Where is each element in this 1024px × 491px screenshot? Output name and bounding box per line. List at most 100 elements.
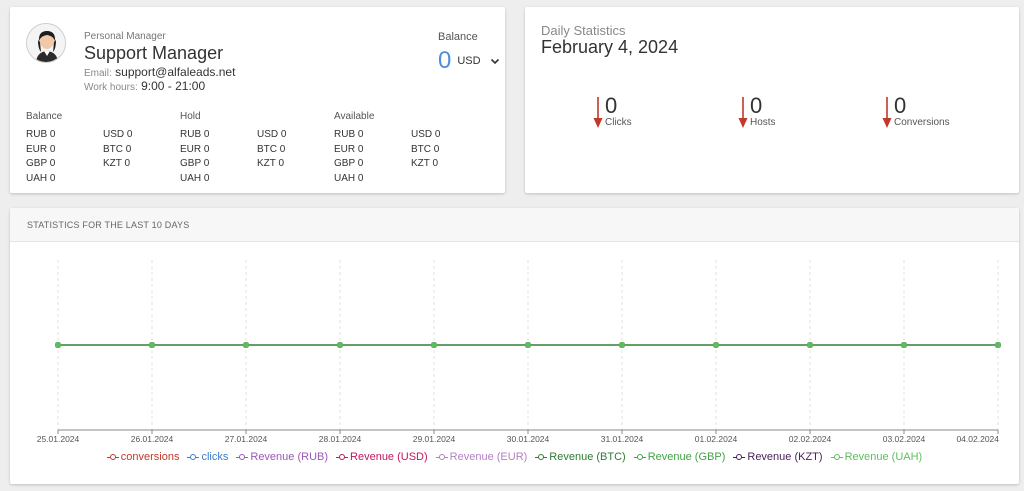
- stat-hosts: 0 Hosts: [738, 93, 858, 133]
- daily-title: Daily Statistics: [541, 23, 626, 38]
- currency-value: RUB 0: [334, 129, 364, 140]
- balance-currency: USD: [457, 55, 481, 67]
- data-point[interactable]: [55, 342, 61, 348]
- stat-label: Hosts: [750, 117, 776, 128]
- x-tick-label: 31.01.2024: [601, 434, 644, 444]
- currency-value: GBP 0: [180, 158, 210, 169]
- legend-item[interactable]: Revenue (USD): [336, 451, 428, 463]
- legend-marker-icon: [106, 453, 119, 461]
- data-point[interactable]: [901, 342, 907, 348]
- hold-group: Hold RUB 0 EUR 0 GBP 0 UAH 0 USD 0 BTC 0…: [180, 111, 334, 186]
- balance-value: 0: [438, 47, 452, 74]
- stat-label: Clicks: [605, 117, 632, 128]
- legend-label: Revenue (EUR): [449, 451, 528, 463]
- avatar-icon: [27, 24, 65, 62]
- legend-label: Revenue (RUB): [250, 451, 329, 463]
- data-point[interactable]: [149, 342, 155, 348]
- currency-value: RUB 0: [26, 129, 56, 140]
- data-point[interactable]: [525, 342, 531, 348]
- data-point[interactable]: [619, 342, 625, 348]
- legend-item[interactable]: clicks: [187, 451, 228, 463]
- currency-value: KZT 0: [103, 158, 131, 169]
- x-tick-label: 01.02.2024: [695, 434, 738, 444]
- stat-label: Conversions: [894, 117, 950, 128]
- currency-value: UAH 0: [334, 172, 364, 184]
- x-tick-label: 29.01.2024: [413, 434, 456, 444]
- currency-value: EUR 0: [26, 143, 56, 155]
- data-point[interactable]: [337, 342, 343, 348]
- currency-value: GBP 0: [334, 158, 364, 169]
- manager-email: Email: support@alfaleads.net: [84, 65, 235, 79]
- x-tick-label: 26.01.2024: [131, 434, 174, 444]
- currency-value: GBP 0: [26, 158, 56, 169]
- legend-marker-icon: [830, 453, 843, 461]
- manager-hours: Work hours: 9:00 - 21:00: [84, 79, 205, 93]
- legend-label: Revenue (BTC): [549, 451, 626, 463]
- x-tick-label: 25.01.2024: [37, 434, 80, 444]
- avatar: [26, 23, 66, 63]
- x-tick-label: 28.01.2024: [319, 434, 362, 444]
- legend-item[interactable]: Revenue (BTC): [535, 451, 626, 463]
- legend-label: conversions: [120, 451, 180, 463]
- currency-value: KZT 0: [411, 158, 439, 169]
- email-value[interactable]: support@alfaleads.net: [115, 65, 235, 79]
- legend-item[interactable]: Revenue (GBP): [633, 451, 726, 463]
- x-tick-label: 03.02.2024: [883, 434, 926, 444]
- line-chart: 25.01.2024 26.01.2024 27.01.2024 28.01.2024…: [37, 260, 1001, 444]
- currency-value: USD 0: [411, 129, 441, 140]
- stat-value: 0: [750, 93, 763, 118]
- balance-currency-selector[interactable]: 0 USD: [438, 47, 501, 75]
- stat-value: 0: [605, 93, 618, 118]
- legend-label: clicks: [201, 451, 229, 463]
- x-tick-label: 04.02.2024: [956, 434, 999, 444]
- data-point[interactable]: [995, 342, 1001, 348]
- chevron-down-icon[interactable]: [489, 55, 501, 67]
- available-group: Available RUB 0 EUR 0 GBP 0 UAH 0 USD 0 …: [334, 111, 488, 186]
- currency-value: USD 0: [257, 129, 287, 140]
- legend-item[interactable]: Revenue (UAH): [830, 451, 923, 463]
- currency-value: EUR 0: [334, 143, 364, 155]
- stat-conversions: 0 Conversions: [882, 93, 1002, 133]
- group-title: Available: [334, 111, 375, 122]
- legend-marker-icon: [535, 453, 548, 461]
- statistics-chart-card: STATISTICS FOR THE LAST 10 DAYS 25.01.20…: [10, 208, 1019, 484]
- currency-value: USD 0: [103, 129, 133, 140]
- group-title: Hold: [180, 111, 201, 122]
- legend-label: Revenue (GBP): [647, 451, 726, 463]
- legend-label: Revenue (USD): [350, 451, 428, 463]
- arrow-down-icon: [593, 97, 603, 128]
- chart-legend: conversions clicks Revenue (RUB) Revenue (U…: [10, 451, 1019, 463]
- arrow-down-icon: [882, 97, 892, 128]
- legend-marker-icon: [733, 453, 746, 461]
- group-title: Balance: [26, 111, 63, 122]
- balance-label: Balance: [438, 31, 478, 43]
- legend-marker-icon: [435, 453, 448, 461]
- currency-value: BTC 0: [411, 143, 440, 155]
- data-point[interactable]: [713, 342, 719, 348]
- personal-manager-card: Personal Manager Support Manager Email: …: [10, 7, 505, 193]
- legend-marker-icon: [336, 453, 349, 461]
- arrow-down-icon: [738, 97, 748, 128]
- hours-value: 9:00 - 21:00: [141, 79, 206, 93]
- legend-item[interactable]: Revenue (EUR): [435, 451, 528, 463]
- daily-date: February 4, 2024: [541, 37, 679, 57]
- legend-item[interactable]: Revenue (RUB): [236, 451, 328, 463]
- legend-marker-icon: [187, 453, 200, 461]
- currency-value: BTC 0: [257, 143, 286, 155]
- legend-label: Revenue (UAH): [844, 451, 923, 463]
- currency-value: EUR 0: [180, 143, 210, 155]
- currency-value: UAH 0: [180, 172, 210, 184]
- legend-marker-icon: [633, 453, 646, 461]
- x-tick-label: 30.01.2024: [507, 434, 550, 444]
- data-point[interactable]: [243, 342, 249, 348]
- email-label: Email:: [84, 68, 112, 79]
- legend-item[interactable]: Revenue (KZT): [733, 451, 823, 463]
- manager-name: Support Manager: [84, 43, 224, 63]
- currency-value: UAH 0: [26, 172, 56, 184]
- legend-item[interactable]: conversions: [106, 451, 180, 463]
- hours-label: Work hours:: [84, 82, 138, 93]
- data-point[interactable]: [807, 342, 813, 348]
- x-tick-label: 02.02.2024: [789, 434, 832, 444]
- x-tick-label: 27.01.2024: [225, 434, 268, 444]
- data-point[interactable]: [431, 342, 437, 348]
